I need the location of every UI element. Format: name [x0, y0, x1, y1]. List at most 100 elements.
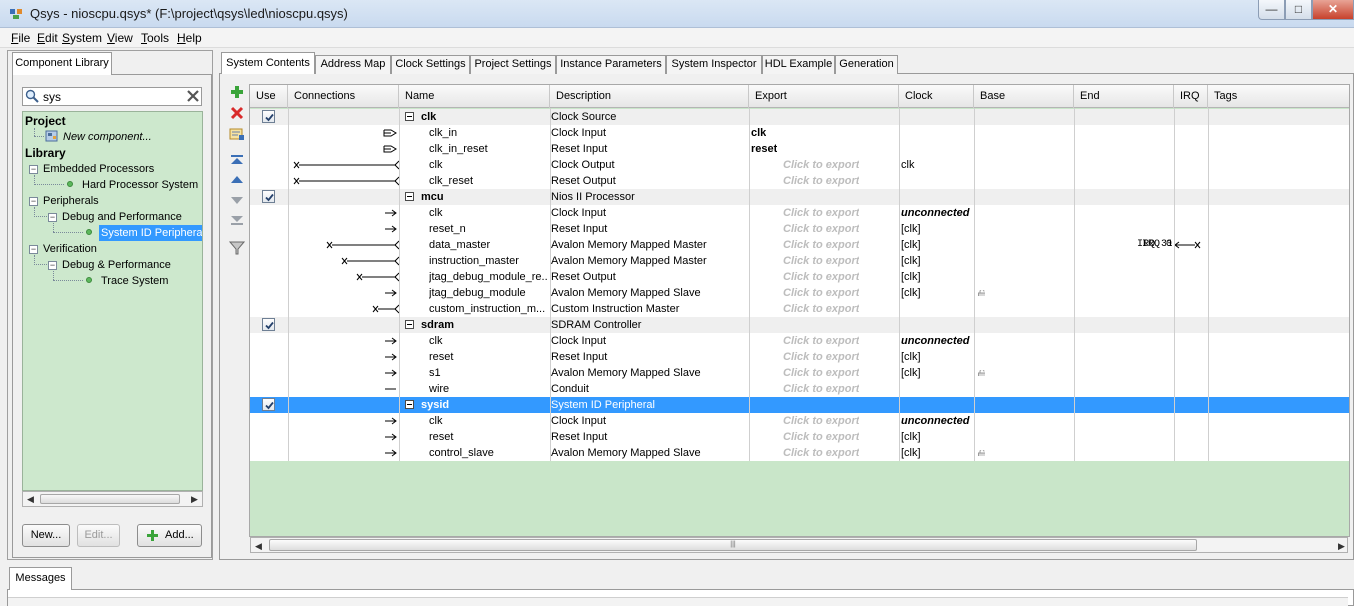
row-clock[interactable]: unconnected — [901, 333, 974, 349]
remove-icon[interactable] — [229, 105, 245, 121]
tree-verification[interactable]: Verification — [43, 241, 97, 257]
row-clock[interactable]: [clk] — [901, 349, 974, 365]
table-row-interface[interactable]: wire Conduit Click to export — [250, 381, 1349, 397]
move-top-icon[interactable] — [229, 152, 245, 168]
tree-hard-processor-system[interactable]: Hard Processor System — [82, 177, 198, 193]
row-clock[interactable]: [clk] — [901, 365, 974, 381]
connection-icon[interactable] — [288, 221, 399, 237]
use-checkbox[interactable] — [262, 398, 275, 411]
export-placeholder[interactable]: Click to export — [783, 413, 859, 429]
row-clock[interactable]: [clk] — [901, 253, 974, 269]
connection-icon[interactable] — [288, 173, 399, 189]
irq-connection-icon[interactable] — [1174, 237, 1202, 253]
table-row-interface[interactable]: custom_instruction_m... Custom Instructio… — [250, 301, 1349, 317]
tab-hdl-example[interactable]: HDL Example — [762, 55, 835, 74]
table-row-component[interactable]: sdram SDRAM Controller — [250, 317, 1349, 333]
search-input[interactable] — [43, 89, 183, 104]
table-row-component[interactable]: mcu Nios II Processor — [250, 189, 1349, 205]
tree-collapse-icon[interactable]: − — [29, 197, 38, 206]
menu-edit[interactable]: Edit — [37, 31, 58, 45]
add-button[interactable]: Add... — [137, 524, 202, 547]
export-placeholder[interactable]: Click to export — [783, 301, 859, 317]
row-clock[interactable] — [901, 173, 974, 189]
edit-button[interactable]: Edit... — [77, 524, 120, 547]
row-clock[interactable]: unconnected — [901, 413, 974, 429]
row-irq[interactable] — [1137, 269, 1172, 285]
collapse-icon[interactable] — [405, 112, 414, 121]
export-value[interactable]: clk — [751, 125, 766, 141]
table-row-interface[interactable]: clk Clock Input Click to export unconnected — [250, 413, 1349, 429]
connection-icon[interactable] — [288, 253, 399, 269]
col-use[interactable]: Use — [250, 85, 288, 108]
export-placeholder[interactable]: Click to export — [783, 173, 859, 189]
export-placeholder[interactable]: Click to export — [783, 445, 859, 461]
row-clock[interactable] — [901, 125, 974, 141]
table-row-interface[interactable]: reset Reset Input Click to export [clk] — [250, 429, 1349, 445]
scroll-right-icon[interactable]: ▶ — [191, 494, 198, 505]
export-placeholder[interactable]: Click to export — [783, 221, 859, 237]
col-description[interactable]: Description — [550, 85, 749, 108]
export-placeholder[interactable]: Click to export — [783, 429, 859, 445]
export-placeholder[interactable]: Click to export — [783, 333, 859, 349]
col-name[interactable]: Name — [399, 85, 550, 108]
row-clock[interactable] — [901, 109, 974, 125]
export-value[interactable]: reset — [751, 141, 777, 157]
row-irq[interactable] — [1137, 445, 1172, 461]
col-export[interactable]: Export — [749, 85, 899, 108]
row-clock[interactable]: clk — [901, 157, 974, 173]
connection-icon[interactable] — [288, 269, 399, 285]
table-row-interface[interactable]: s1 Avalon Memory Mapped Slave Click to exp… — [250, 365, 1349, 381]
scroll-right-icon[interactable]: ▶ — [1338, 541, 1345, 552]
table-row-component[interactable]: clk Clock Source — [250, 109, 1349, 125]
row-irq[interactable] — [1137, 365, 1172, 381]
row-clock[interactable]: [clk] — [901, 221, 974, 237]
tab-messages[interactable]: Messages — [9, 567, 72, 590]
row-irq[interactable] — [1137, 221, 1172, 237]
row-clock[interactable]: [clk] — [901, 445, 974, 461]
row-irq[interactable] — [1137, 429, 1172, 445]
tab-component-library[interactable]: Component Library — [12, 52, 112, 75]
tree-collapse-icon[interactable]: − — [48, 261, 57, 270]
row-clock[interactable] — [901, 301, 974, 317]
connection-icon[interactable] — [288, 445, 399, 461]
connection-icon[interactable] — [288, 429, 399, 445]
tree-trace-system[interactable]: Trace System — [101, 273, 168, 289]
row-clock[interactable]: [clk] — [901, 269, 974, 285]
row-clock[interactable]: [clk] — [901, 429, 974, 445]
menu-tools[interactable]: Tools — [141, 31, 169, 45]
table-row-component[interactable]: sysid System ID Peripheral — [250, 397, 1349, 413]
row-irq[interactable] — [1137, 125, 1172, 141]
export-placeholder[interactable]: Click to export — [783, 269, 859, 285]
connection-icon[interactable] — [288, 237, 399, 253]
move-up-icon[interactable] — [229, 172, 245, 188]
tree-debug-and-performance[interactable]: Debug & Performance — [62, 257, 171, 273]
row-irq[interactable] — [1137, 205, 1172, 221]
row-irq[interactable] — [1137, 349, 1172, 365]
table-row-interface[interactable]: instruction_master Avalon Memory Mapped M… — [250, 253, 1349, 269]
tab-generation[interactable]: Generation — [835, 55, 898, 74]
tab-system-contents[interactable]: System Contents — [221, 52, 315, 74]
collapse-icon[interactable] — [405, 320, 414, 329]
connection-icon[interactable] — [288, 413, 399, 429]
tree-new-component[interactable]: New component... — [63, 129, 152, 145]
connection-icon[interactable] — [288, 349, 399, 365]
row-irq[interactable] — [1137, 413, 1172, 429]
maximize-button[interactable]: □ — [1285, 0, 1312, 20]
tree-scroll-thumb[interactable] — [40, 494, 180, 504]
row-irq[interactable] — [1137, 301, 1172, 317]
menu-file[interactable]: File — [11, 31, 30, 45]
col-base[interactable]: Base — [974, 85, 1074, 108]
collapse-icon[interactable] — [405, 192, 414, 201]
table-row-interface[interactable]: reset Reset Input Click to export [clk] — [250, 349, 1349, 365]
table-row-interface[interactable]: clk Clock Output Click to export clk — [250, 157, 1349, 173]
row-irq[interactable] — [1137, 333, 1172, 349]
col-irq[interactable]: IRQ — [1174, 85, 1208, 108]
add-icon[interactable] — [229, 84, 245, 100]
table-row-interface[interactable]: data_master Avalon Memory Mapped Master Cl… — [250, 237, 1349, 253]
export-placeholder[interactable]: Click to export — [783, 285, 859, 301]
tab-clock-settings[interactable]: Clock Settings — [391, 55, 470, 74]
row-clock[interactable] — [901, 381, 974, 397]
scroll-left-icon[interactable]: ◀ — [255, 541, 262, 552]
table-row-interface[interactable]: clk_in Clock Input clk — [250, 125, 1349, 141]
row-irq[interactable] — [1137, 157, 1172, 173]
